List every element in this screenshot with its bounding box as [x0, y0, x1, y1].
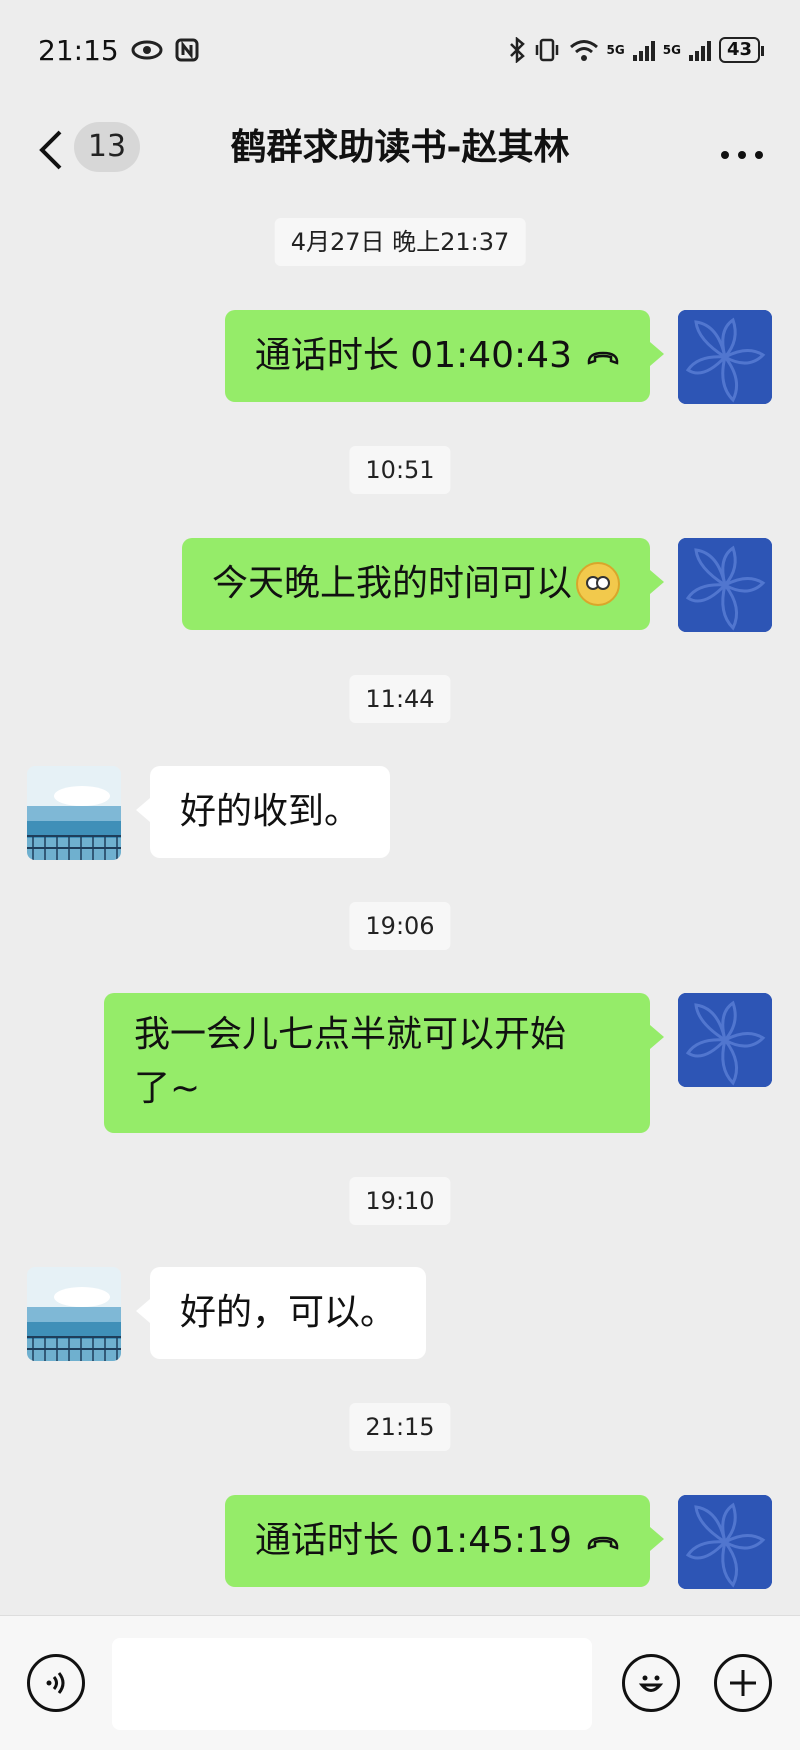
battery-level: 43 — [726, 39, 752, 60]
chat-header: 13 鹤群求助读书-赵其林 — [0, 100, 800, 210]
message-bubble[interactable]: 好的，可以。 — [135, 1267, 427, 1359]
status-bar: 21:15 5G 5G 43 — [0, 0, 800, 100]
message-bubble[interactable]: 我一会儿七点半就可以开始 了~ — [104, 993, 664, 1133]
chevron-left-icon — [39, 130, 62, 170]
call-record-bubble[interactable]: 通话时长 01:45:19 — [224, 1495, 665, 1587]
flower-logo-icon — [678, 993, 772, 1087]
my-avatar[interactable] — [678, 1495, 772, 1589]
timestamp: 21:15 — [349, 1403, 451, 1451]
nfc-icon — [175, 38, 199, 62]
message-bubble[interactable]: 今天晚上我的时间可以 — [181, 538, 665, 630]
my-avatar[interactable] — [678, 310, 772, 404]
seascape-avatar-icon — [27, 1267, 121, 1361]
message-text-line-1: 我一会儿七点半就可以开始 — [134, 1014, 567, 1055]
flower-logo-icon — [678, 538, 772, 632]
battery-icon: 43 — [718, 37, 765, 63]
input-bar — [0, 1615, 800, 1750]
more-horizontal-icon — [721, 151, 763, 159]
timestamp: 19:06 — [349, 902, 451, 950]
phone-hangup-icon — [586, 1514, 620, 1568]
call-duration-text: 通话时长 01:45:19 — [254, 1520, 572, 1561]
back-button[interactable] — [36, 126, 66, 176]
plus-icon — [730, 1670, 756, 1696]
eye-icon — [131, 40, 163, 60]
message-text-line-2: 了~ — [134, 1068, 201, 1109]
chat-title: 鹤群求助读书-赵其林 — [230, 127, 570, 168]
voice-input-icon — [46, 1672, 65, 1694]
wifi-icon — [569, 40, 598, 61]
seascape-avatar-icon — [27, 766, 121, 860]
my-avatar[interactable] — [678, 993, 772, 1087]
voice-input-button[interactable] — [27, 1654, 85, 1712]
signal-icon-2 — [688, 39, 711, 61]
timestamp: 4月27日 晚上21:37 — [274, 218, 526, 266]
timestamp: 11:44 — [349, 675, 451, 723]
message-text: 今天晚上我的时间可以 — [211, 563, 572, 604]
emoji-icon — [638, 1675, 664, 1692]
message-text: 好的收到。 — [180, 791, 361, 832]
bluetooth-icon — [509, 37, 525, 63]
network-label-1: 5G — [606, 43, 625, 57]
flower-logo-icon — [678, 310, 772, 404]
network-label-2: 5G — [662, 43, 681, 57]
more-functions-button[interactable] — [714, 1654, 772, 1712]
unread-count-badge[interactable]: 13 — [74, 122, 140, 172]
more-button[interactable] — [720, 122, 764, 172]
timestamp: 10:51 — [349, 446, 451, 494]
status-right: 5G 5G 43 — [509, 37, 765, 63]
message-bubble[interactable]: 好的收到。 — [135, 766, 391, 858]
my-avatar[interactable] — [678, 538, 772, 632]
contact-avatar[interactable] — [27, 766, 121, 860]
phone-hangup-icon — [586, 329, 620, 383]
call-record-bubble[interactable]: 通话时长 01:40:43 — [224, 310, 665, 402]
flower-logo-icon — [678, 1495, 772, 1589]
thinking-face-emoji-icon — [576, 562, 620, 606]
status-left: 21:15 — [38, 34, 199, 67]
message-text: 好的，可以。 — [180, 1292, 397, 1333]
signal-icon-1 — [632, 39, 655, 61]
message-input[interactable] — [112, 1638, 592, 1730]
contact-avatar[interactable] — [27, 1267, 121, 1361]
vibrate-icon — [535, 38, 558, 62]
status-time: 21:15 — [38, 33, 119, 67]
timestamp: 19:10 — [349, 1177, 451, 1225]
emoji-button[interactable] — [622, 1654, 680, 1712]
call-duration-text: 通话时长 01:40:43 — [254, 335, 572, 376]
